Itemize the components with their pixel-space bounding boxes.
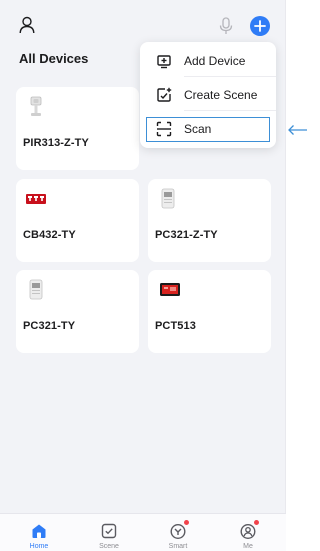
notification-badge [184, 520, 189, 525]
microphone-icon[interactable] [219, 17, 233, 35]
power-meter-icon [29, 279, 43, 300]
nav-label: Scene [99, 543, 119, 550]
menu-divider [184, 110, 276, 111]
nav-me[interactable]: Me [218, 514, 278, 551]
motion-sensor-icon [30, 96, 42, 116]
power-meter-icon [161, 188, 175, 209]
nav-label: Me [243, 543, 253, 550]
add-circle-icon[interactable] [250, 16, 270, 36]
home-icon [32, 524, 46, 538]
bottom-nav: Home Scene Smart Me [0, 513, 286, 551]
device-name: CB432-TY [23, 229, 76, 241]
nav-home[interactable]: Home [9, 514, 69, 551]
device-card[interactable]: PCT513 [148, 270, 271, 353]
menu-item-label: Create Scene [184, 88, 258, 102]
nav-label: Smart [168, 543, 188, 550]
device-name: PC321-Z-TY [155, 229, 218, 241]
section-title: All Devices [19, 51, 89, 66]
scan-highlight-box [146, 117, 270, 142]
device-name: PC321-TY [23, 320, 76, 332]
smart-switch-module-icon [26, 194, 46, 204]
device-name: PCT513 [155, 320, 196, 332]
app-screen: All Devices PIR313-Z-TY CB432-TY PC321-Z… [0, 0, 286, 551]
menu-item-create-scene[interactable]: Create Scene [140, 80, 276, 110]
user-icon[interactable] [19, 16, 35, 34]
top-bar [0, 0, 286, 44]
thermostat-icon [160, 283, 180, 296]
menu-item-label: Add Device [184, 54, 246, 68]
device-card[interactable]: CB432-TY [16, 179, 139, 262]
device-name: PIR313-Z-TY [23, 137, 89, 149]
device-card[interactable]: PC321-Z-TY [148, 179, 271, 262]
nav-smart[interactable]: Smart [148, 514, 208, 551]
create-scene-icon [157, 87, 172, 102]
scene-icon [101, 523, 117, 539]
device-card[interactable]: PC321-TY [16, 270, 139, 353]
nav-scene[interactable]: Scene [79, 514, 139, 551]
nav-label: Home [29, 543, 49, 550]
add-device-icon [157, 55, 171, 69]
menu-divider [184, 76, 276, 77]
arrow-left-icon [288, 125, 307, 135]
menu-item-add-device[interactable]: Add Device [140, 46, 276, 76]
notification-badge [254, 520, 259, 525]
device-card[interactable]: PIR313-Z-TY [16, 87, 139, 170]
